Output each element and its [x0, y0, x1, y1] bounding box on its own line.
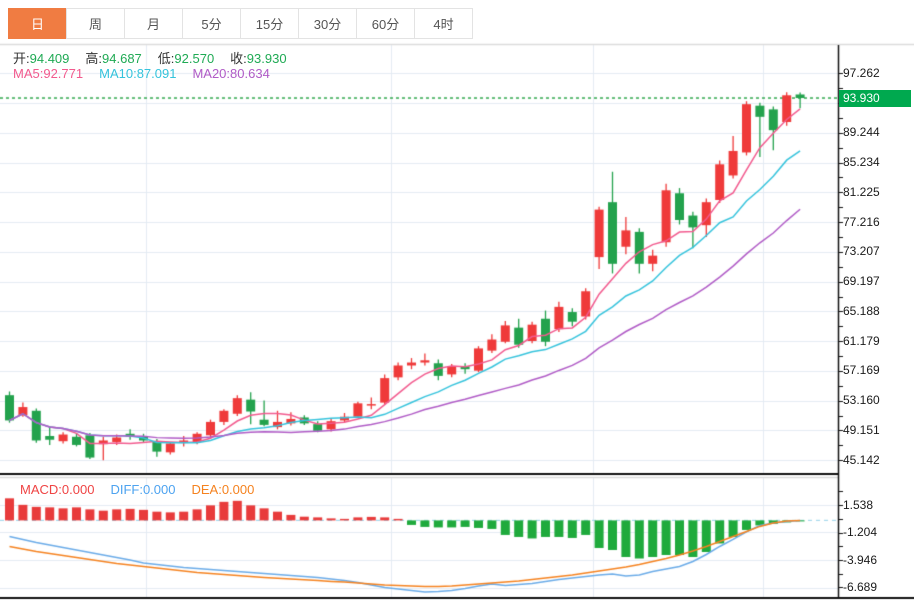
price-axis-label: 69.197 [843, 274, 880, 288]
ohlc-value: 93.930 [247, 51, 287, 66]
tab-timeframe-5[interactable]: 15分 [240, 8, 299, 39]
macd-3: DEA:0.000 [191, 482, 254, 497]
ohlc-value: 94.409 [30, 51, 70, 66]
price-axis-label: 49.151 [843, 423, 880, 437]
ma-label: MA5: [13, 66, 43, 81]
price-axis-label: 53.160 [843, 393, 880, 407]
ohlc-value: 94.687 [102, 51, 142, 66]
price-axis-label: 77.216 [843, 215, 880, 229]
macd-label: MACD: [20, 482, 62, 497]
tab-timeframe-1[interactable]: 日 [8, 8, 67, 39]
macd-value: 0.000 [62, 482, 95, 497]
ma-1: MA5:92.771 [13, 66, 83, 81]
ma-2: MA10:87.091 [99, 66, 176, 81]
tab-timeframe-3[interactable]: 月 [124, 8, 183, 39]
ohlc-label: 开: [13, 51, 30, 66]
macd-axis-label: -1.204 [843, 525, 877, 539]
price-axis-label: 97.262 [843, 66, 880, 80]
macd-1: MACD:0.000 [20, 482, 94, 497]
tab-timeframe-6[interactable]: 30分 [298, 8, 357, 39]
macd-axis-label: 1.538 [843, 498, 873, 512]
macd-2: DIFF:0.000 [110, 482, 175, 497]
macd-value: 0.000 [143, 482, 176, 497]
ohlc-label: 收: [230, 51, 247, 66]
macd-label: DIFF: [110, 482, 143, 497]
candlestick-macd-chart[interactable] [0, 0, 914, 605]
tab-timeframe-7[interactable]: 60分 [356, 8, 415, 39]
ohlc-label: 低: [158, 51, 175, 66]
ma-info-row: MA5:92.771 MA10:87.091 MA20:80.634 [13, 66, 286, 81]
tab-timeframe-8[interactable]: 4时 [414, 8, 473, 39]
price-axis-label: 45.142 [843, 453, 880, 467]
ma-value: 87.091 [137, 66, 177, 81]
price-axis-label: 65.188 [843, 304, 880, 318]
timeframe-tabbar: 日周月5分15分30分60分4时 [9, 8, 473, 39]
ohlc-label: 高: [85, 51, 102, 66]
kline-chart-app: 日周月5分15分30分60分4时 开:94.409 高:94.687 低:92.57… [0, 0, 914, 605]
ohlc-value: 92.570 [174, 51, 214, 66]
price-axis-label: 61.179 [843, 334, 880, 348]
macd-axis-label: -6.689 [843, 580, 877, 594]
macd-value: 0.000 [222, 482, 255, 497]
ma-value: 80.634 [230, 66, 270, 81]
price-axis-label: 57.169 [843, 363, 880, 377]
ma-value: 92.771 [43, 66, 83, 81]
macd-axis-label: -3.946 [843, 553, 877, 567]
current-price-tag: 93.930 [839, 90, 911, 107]
ma-label: MA10: [99, 66, 137, 81]
tab-timeframe-2[interactable]: 周 [66, 8, 125, 39]
ma-3: MA20:80.634 [192, 66, 269, 81]
ohlc-info-row: 开:94.409 高:94.687 低:92.570 收:93.930 [13, 48, 303, 67]
ohlc-1: 开:94.409 [13, 51, 69, 66]
ohlc-3: 低:92.570 [158, 51, 214, 66]
price-axis-label: 89.244 [843, 125, 880, 139]
price-axis-label: 73.207 [843, 244, 880, 258]
ma-label: MA20: [192, 66, 230, 81]
tab-timeframe-4[interactable]: 5分 [182, 8, 241, 39]
macd-info-row: MACD:0.000DIFF:0.000DEA:0.000 [20, 482, 270, 497]
price-axis-label: 85.234 [843, 155, 880, 169]
macd-label: DEA: [191, 482, 221, 497]
ohlc-4: 收:93.930 [230, 51, 286, 66]
ohlc-2: 高:94.687 [85, 51, 141, 66]
price-axis-label: 81.225 [843, 185, 880, 199]
